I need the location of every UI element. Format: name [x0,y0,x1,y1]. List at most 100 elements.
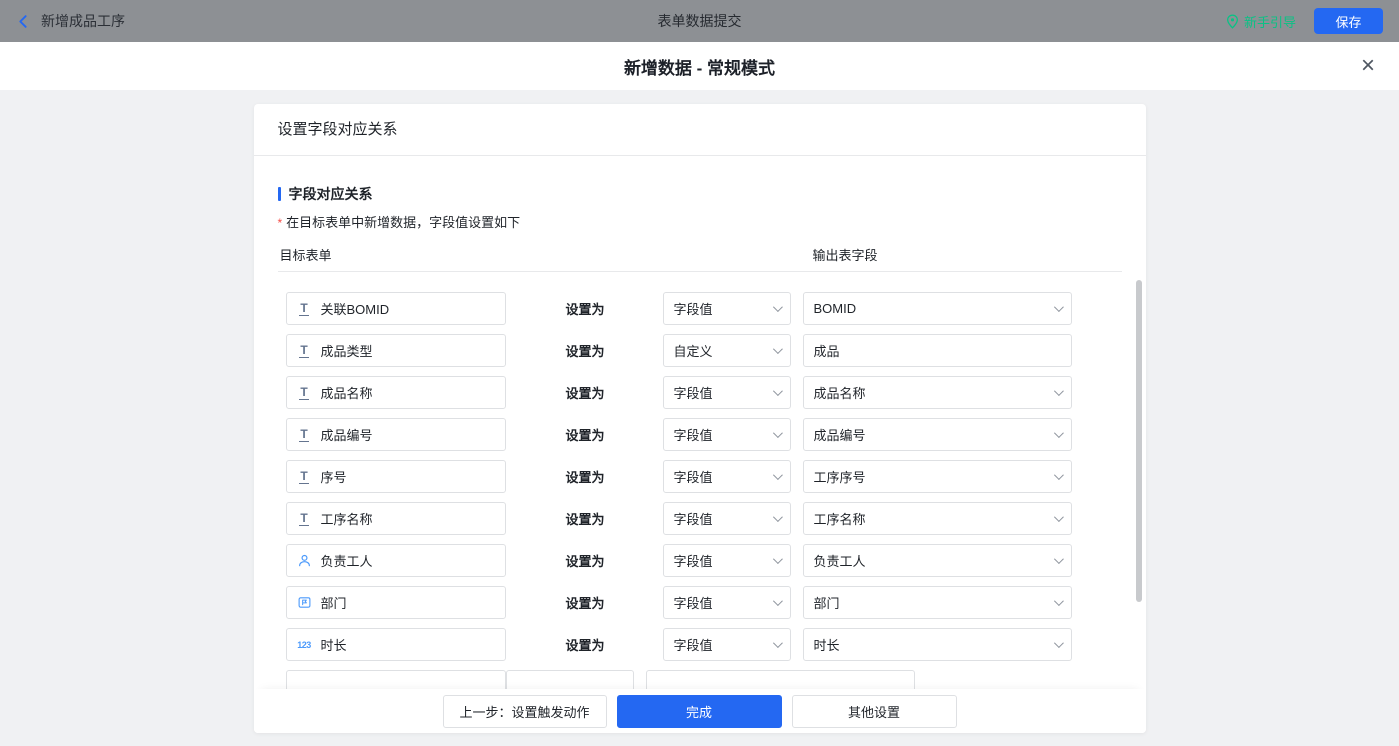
target-field-label: 关联BOMID [320,302,390,317]
beginner-guide-label: 新手引导 [1243,14,1296,30]
value-mode-select[interactable]: 字段值 [662,628,791,661]
field-mapping-row: 部门 设置为 字段值 部门 [285,586,1122,619]
chevron-down-icon [772,512,783,523]
field-mapping-row: T 工序名称 设置为 字段值 工序名称 [285,502,1122,535]
value-mode-select[interactable]: 自定义 [662,334,791,367]
chevron-down-icon [772,596,783,607]
output-field-select[interactable]: 部门 [802,586,1072,619]
set-as-label: 设置为 [565,638,605,653]
target-field-box[interactable]: 部门 [285,586,506,619]
modal-title: 新增数据 - 常规模式 [623,58,776,78]
chevron-down-icon [1053,512,1064,523]
chevron-down-icon [1053,428,1064,439]
chevron-left-icon [19,14,27,28]
target-field-box[interactable]: 123 时长 [285,628,506,661]
set-as-label: 设置为 [565,554,605,569]
set-as-label: 设置为 [565,512,605,527]
value-mode-select[interactable]: 字段值 [662,544,791,577]
value-mode-select[interactable]: 字段值 [662,376,791,409]
column-output-fields: 输出表字段 [812,248,878,263]
target-field-box[interactable]: T 成品类型 [285,334,506,367]
scrollbar-thumb[interactable] [1135,280,1142,602]
section-marker [277,187,281,201]
value-mode-select[interactable] [505,670,634,689]
text-field-icon: T [299,384,309,400]
set-as-label: 设置为 [565,386,605,401]
value-mode-select[interactable]: 字段值 [662,292,791,325]
target-field-label: 成品类型 [320,344,373,359]
chevron-down-icon [1053,470,1064,481]
value-mode-select[interactable]: 字段值 [662,502,791,535]
output-field-select[interactable]: BOMID [802,292,1072,325]
previous-step-button[interactable]: 上一步：设置触发动作 [442,695,607,728]
chevron-down-icon [1053,386,1064,397]
field-mapping-row: T 关联BOMID 设置为 字段值 BOMID [285,292,1122,325]
field-mapping-row: 负责工人 设置为 字段值 负责工人 [285,544,1122,577]
required-mark: * [277,216,283,230]
field-mapping-row: T 成品编号 设置为 字段值 成品编号 [285,418,1122,451]
field-mapping-row: 123 时长 设置为 字段值 时长 [285,628,1122,661]
value-mode-select[interactable]: 字段值 [662,460,791,493]
section-description: * 在目标表单中新增数据，字段值设置如下 [277,215,521,230]
target-field-box[interactable]: T 序号 [285,460,506,493]
close-icon[interactable]: × [1361,54,1375,78]
set-as-label: 设置为 [565,470,605,485]
modal-body: 设置字段对应关系 字段对应关系 * 在目标表单中新增数据，字段值设置如下 目标表单… [0,104,1399,746]
output-field-select[interactable]: 成品编号 [802,418,1072,451]
topbar: 新增成品工序 表单数据提交 新手引导 保存 [0,0,1399,42]
output-field-select[interactable]: 时长 [802,628,1072,661]
target-field-label: 时长 [320,638,347,653]
chevron-down-icon [772,386,783,397]
target-field-label: 成品编号 [320,428,373,443]
target-field-box[interactable]: T 成品名称 [285,376,506,409]
field-mapping-row: T 成品类型 设置为 自定义 成品 [285,334,1122,367]
user-icon [298,554,310,567]
text-field-icon: T [299,468,309,484]
other-settings-button[interactable]: 其他设置 [791,695,957,728]
field-mapping-row-partial [285,670,1122,689]
target-field-box[interactable]: T 工序名称 [285,502,506,535]
target-field-label: 工序名称 [320,512,373,527]
chevron-down-icon [772,344,783,355]
output-field-select[interactable]: 负责工人 [802,544,1072,577]
chevron-down-icon [1053,554,1064,565]
target-field-box[interactable]: T 关联BOMID [285,292,506,325]
output-field-select[interactable]: 成品名称 [802,376,1072,409]
chevron-down-icon [772,638,783,649]
beginner-guide-link[interactable]: 新手引导 [1226,12,1296,31]
target-field-label: 序号 [320,470,347,485]
chevron-down-icon [772,470,783,481]
column-headers: 目标表单 输出表字段 [277,242,1122,272]
save-button[interactable]: 保存 [1314,8,1383,34]
target-field-box[interactable]: 负责工人 [285,544,506,577]
chevron-down-icon [772,554,783,565]
section-title: 字段对应关系 [277,186,1122,202]
panel-footer: 上一步：设置触发动作 完成 其他设置 [253,689,1146,733]
output-field-select[interactable] [645,670,915,689]
mapping-rows: T 关联BOMID 设置为 字段值 BOMID T 成品类型 设置为 自定义 成… [278,292,1122,689]
chevron-down-icon [772,302,783,313]
target-field-label: 成品名称 [320,386,373,401]
value-mode-select[interactable]: 字段值 [662,418,791,451]
set-as-label: 设置为 [565,344,605,359]
back-button[interactable] [16,14,31,29]
field-mapping-row: T 成品名称 设置为 字段值 成品名称 [285,376,1122,409]
custom-value-input[interactable]: 成品 [802,334,1072,367]
location-pin-icon [1227,14,1238,29]
value-mode-select[interactable]: 字段值 [662,586,791,619]
target-field-label: 负责工人 [320,554,373,569]
field-mapping-row: T 序号 设置为 字段值 工序序号 [285,460,1122,493]
target-field-box[interactable] [285,670,506,689]
column-target-form: 目标表单 [279,248,332,263]
chevron-down-icon [1053,302,1064,313]
chevron-down-icon [772,428,783,439]
text-field-icon: T [299,426,309,442]
chevron-down-icon [1053,638,1064,649]
output-field-select[interactable]: 工序序号 [802,460,1072,493]
set-as-label: 设置为 [565,428,605,443]
target-field-box[interactable]: T 成品编号 [285,418,506,451]
text-field-icon: T [299,300,309,316]
done-button[interactable]: 完成 [616,695,782,728]
output-field-select[interactable]: 工序名称 [802,502,1072,535]
topbar-title: 表单数据提交 [657,13,742,29]
